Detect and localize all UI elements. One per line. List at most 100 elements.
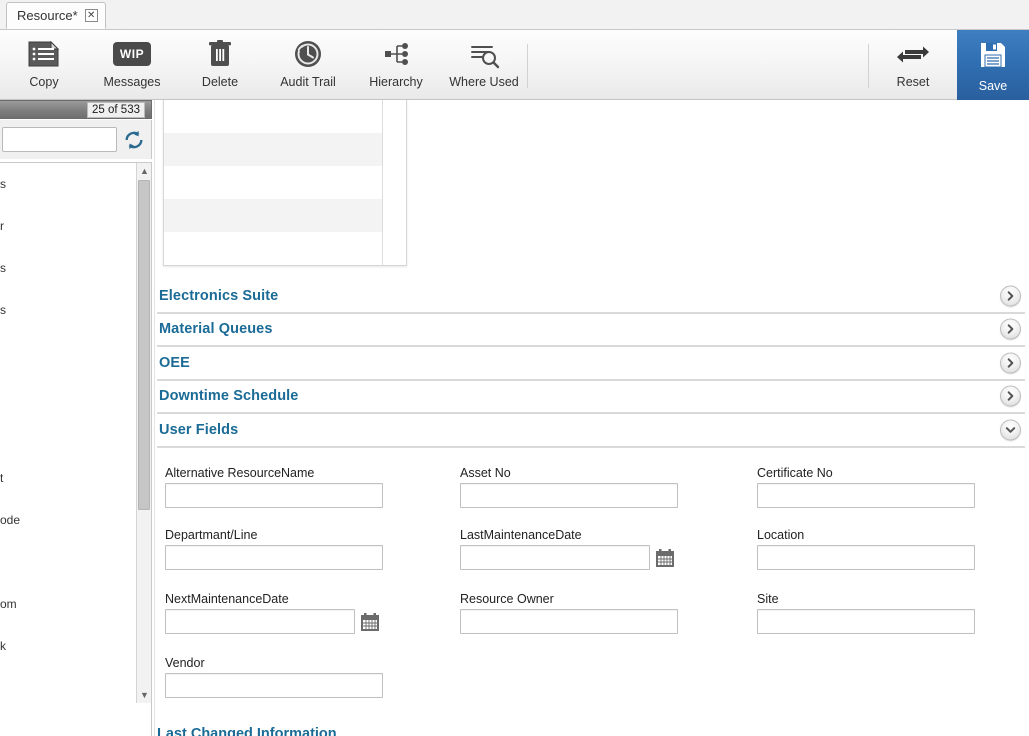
section-user-fields[interactable]: User Fields (157, 414, 1025, 448)
calendar-icon[interactable] (359, 611, 381, 633)
tab-strip: Resource* ✕ (0, 0, 1029, 30)
table-row[interactable] (164, 133, 406, 166)
section-title: Material Queues (159, 321, 273, 338)
hierarchy-button[interactable]: Hierarchy (352, 30, 440, 100)
table-cell-narrow (381, 166, 406, 199)
departmant-line-input[interactable] (165, 545, 383, 570)
toolbar-main-actions: Copy WIP Messages Delete Audit Trail Hie… (0, 30, 528, 100)
section-downtime-schedule[interactable]: Downtime Schedule (157, 381, 1025, 414)
messages-label: Messages (103, 75, 161, 89)
save-label: Save (978, 79, 1008, 93)
alternative-resourcename-input[interactable] (165, 483, 383, 508)
resource-list-panel: 25 of 533 s r s s t ode om k ▲ ▼ (0, 100, 152, 736)
scroll-down-icon[interactable]: ▼ (137, 687, 151, 703)
list-item[interactable] (0, 415, 134, 457)
table-body (164, 100, 406, 265)
resource-list: s r s s t ode om k ▲ ▼ (0, 162, 152, 736)
section-title: User Fields (159, 421, 239, 438)
field-label: Site (757, 592, 779, 606)
list-vertical-scrollbar[interactable]: ▲ ▼ (136, 163, 151, 703)
audit-trail-button[interactable]: Audit Trail (264, 30, 352, 100)
calendar-icon[interactable] (654, 547, 676, 569)
audit-trail-label: Audit Trail (280, 75, 336, 89)
field-departmant-line: Departmant/Line (165, 528, 383, 570)
list-item[interactable]: t (0, 457, 134, 499)
list-item[interactable]: s (0, 289, 134, 331)
where-used-label: Where Used (449, 75, 519, 89)
delete-button[interactable]: Delete (176, 30, 264, 100)
list-item[interactable]: k (0, 625, 134, 667)
search-input[interactable] (2, 127, 117, 152)
lastmaintenancedate-input[interactable] (460, 545, 650, 570)
list-item[interactable] (0, 541, 134, 583)
table-cell (164, 199, 382, 232)
field-label: Certificate No (757, 466, 833, 480)
field-location: Location (757, 528, 975, 570)
section-title: Downtime Schedule (159, 388, 299, 405)
wip-badge-label: WIP (113, 42, 151, 66)
section-oee[interactable]: OEE (157, 347, 1025, 381)
table-row[interactable] (164, 199, 406, 232)
list-item[interactable]: ode (0, 499, 134, 541)
chevron-down-icon[interactable] (1000, 419, 1021, 441)
toolbar-right-actions: Reset Save (869, 30, 1029, 100)
list-item[interactable]: om (0, 583, 134, 625)
messages-button[interactable]: WIP Messages (88, 30, 176, 100)
pane-divider (154, 100, 155, 736)
copy-button[interactable]: Copy (0, 30, 88, 100)
section-electronics-suite[interactable]: Electronics Suite (157, 280, 1025, 314)
table-cell (164, 166, 382, 199)
section-accordion: Electronics Suite Material Queues OEE Do… (157, 280, 1025, 448)
table-cell-narrow (381, 199, 406, 232)
user-fields-form: Alternative ResourceName Asset No Certif… (157, 448, 1025, 708)
save-button[interactable]: Save (957, 30, 1029, 100)
list-item[interactable]: s (0, 163, 134, 205)
certificate-no-input[interactable] (757, 483, 975, 508)
field-asset-no: Asset No (460, 466, 678, 508)
scrollbar-thumb[interactable] (138, 180, 150, 510)
table-cell (164, 133, 382, 166)
chevron-right-icon[interactable] (1000, 285, 1021, 307)
chevron-right-icon[interactable] (1000, 352, 1021, 374)
list-item[interactable]: s (0, 247, 134, 289)
tab-label: Resource* (17, 8, 78, 23)
refresh-icon[interactable] (123, 129, 145, 151)
table-row[interactable] (164, 166, 406, 199)
tab-resource[interactable]: Resource* ✕ (6, 2, 106, 29)
section-title: Last Changed Information (157, 726, 337, 736)
table-cell-narrow (381, 133, 406, 166)
site-input[interactable] (757, 609, 975, 634)
reset-label: Reset (896, 75, 930, 89)
copy-icon (24, 38, 64, 70)
section-last-changed-information[interactable]: Last Changed Information (157, 726, 1025, 736)
scroll-up-icon[interactable]: ▲ (137, 163, 151, 179)
list-item[interactable] (0, 331, 134, 373)
chevron-right-icon[interactable] (1000, 385, 1021, 407)
reset-button[interactable]: Reset (869, 30, 957, 100)
nextmaintenancedate-input[interactable] (165, 609, 355, 634)
field-certificate-no: Certificate No (757, 466, 975, 508)
delete-label: Delete (201, 75, 239, 89)
table-cell-narrow (381, 100, 406, 133)
section-material-queues[interactable]: Material Queues (157, 314, 1025, 347)
list-item[interactable]: r (0, 205, 134, 247)
chevron-right-icon[interactable] (1000, 318, 1021, 340)
vendor-input[interactable] (165, 673, 383, 698)
where-used-button[interactable]: Where Used (440, 30, 528, 100)
field-label: Vendor (165, 656, 205, 670)
list-item[interactable] (0, 667, 134, 709)
hierarchy-icon (380, 38, 412, 70)
field-label: Location (757, 528, 805, 542)
field-vendor: Vendor (165, 656, 383, 698)
toolbar: Copy WIP Messages Delete Audit Trail Hie… (0, 30, 1029, 100)
asset-no-input[interactable] (460, 483, 678, 508)
field-resource-owner: Resource Owner (460, 592, 678, 634)
list-item[interactable] (0, 373, 134, 415)
hierarchy-label: Hierarchy (369, 75, 423, 89)
table-row[interactable] (164, 232, 406, 265)
field-grid: Alternative ResourceName Asset No Certif… (157, 448, 1025, 708)
table-row[interactable] (164, 100, 406, 133)
resource-owner-input[interactable] (460, 609, 678, 634)
close-icon[interactable]: ✕ (84, 9, 98, 22)
location-input[interactable] (757, 545, 975, 570)
